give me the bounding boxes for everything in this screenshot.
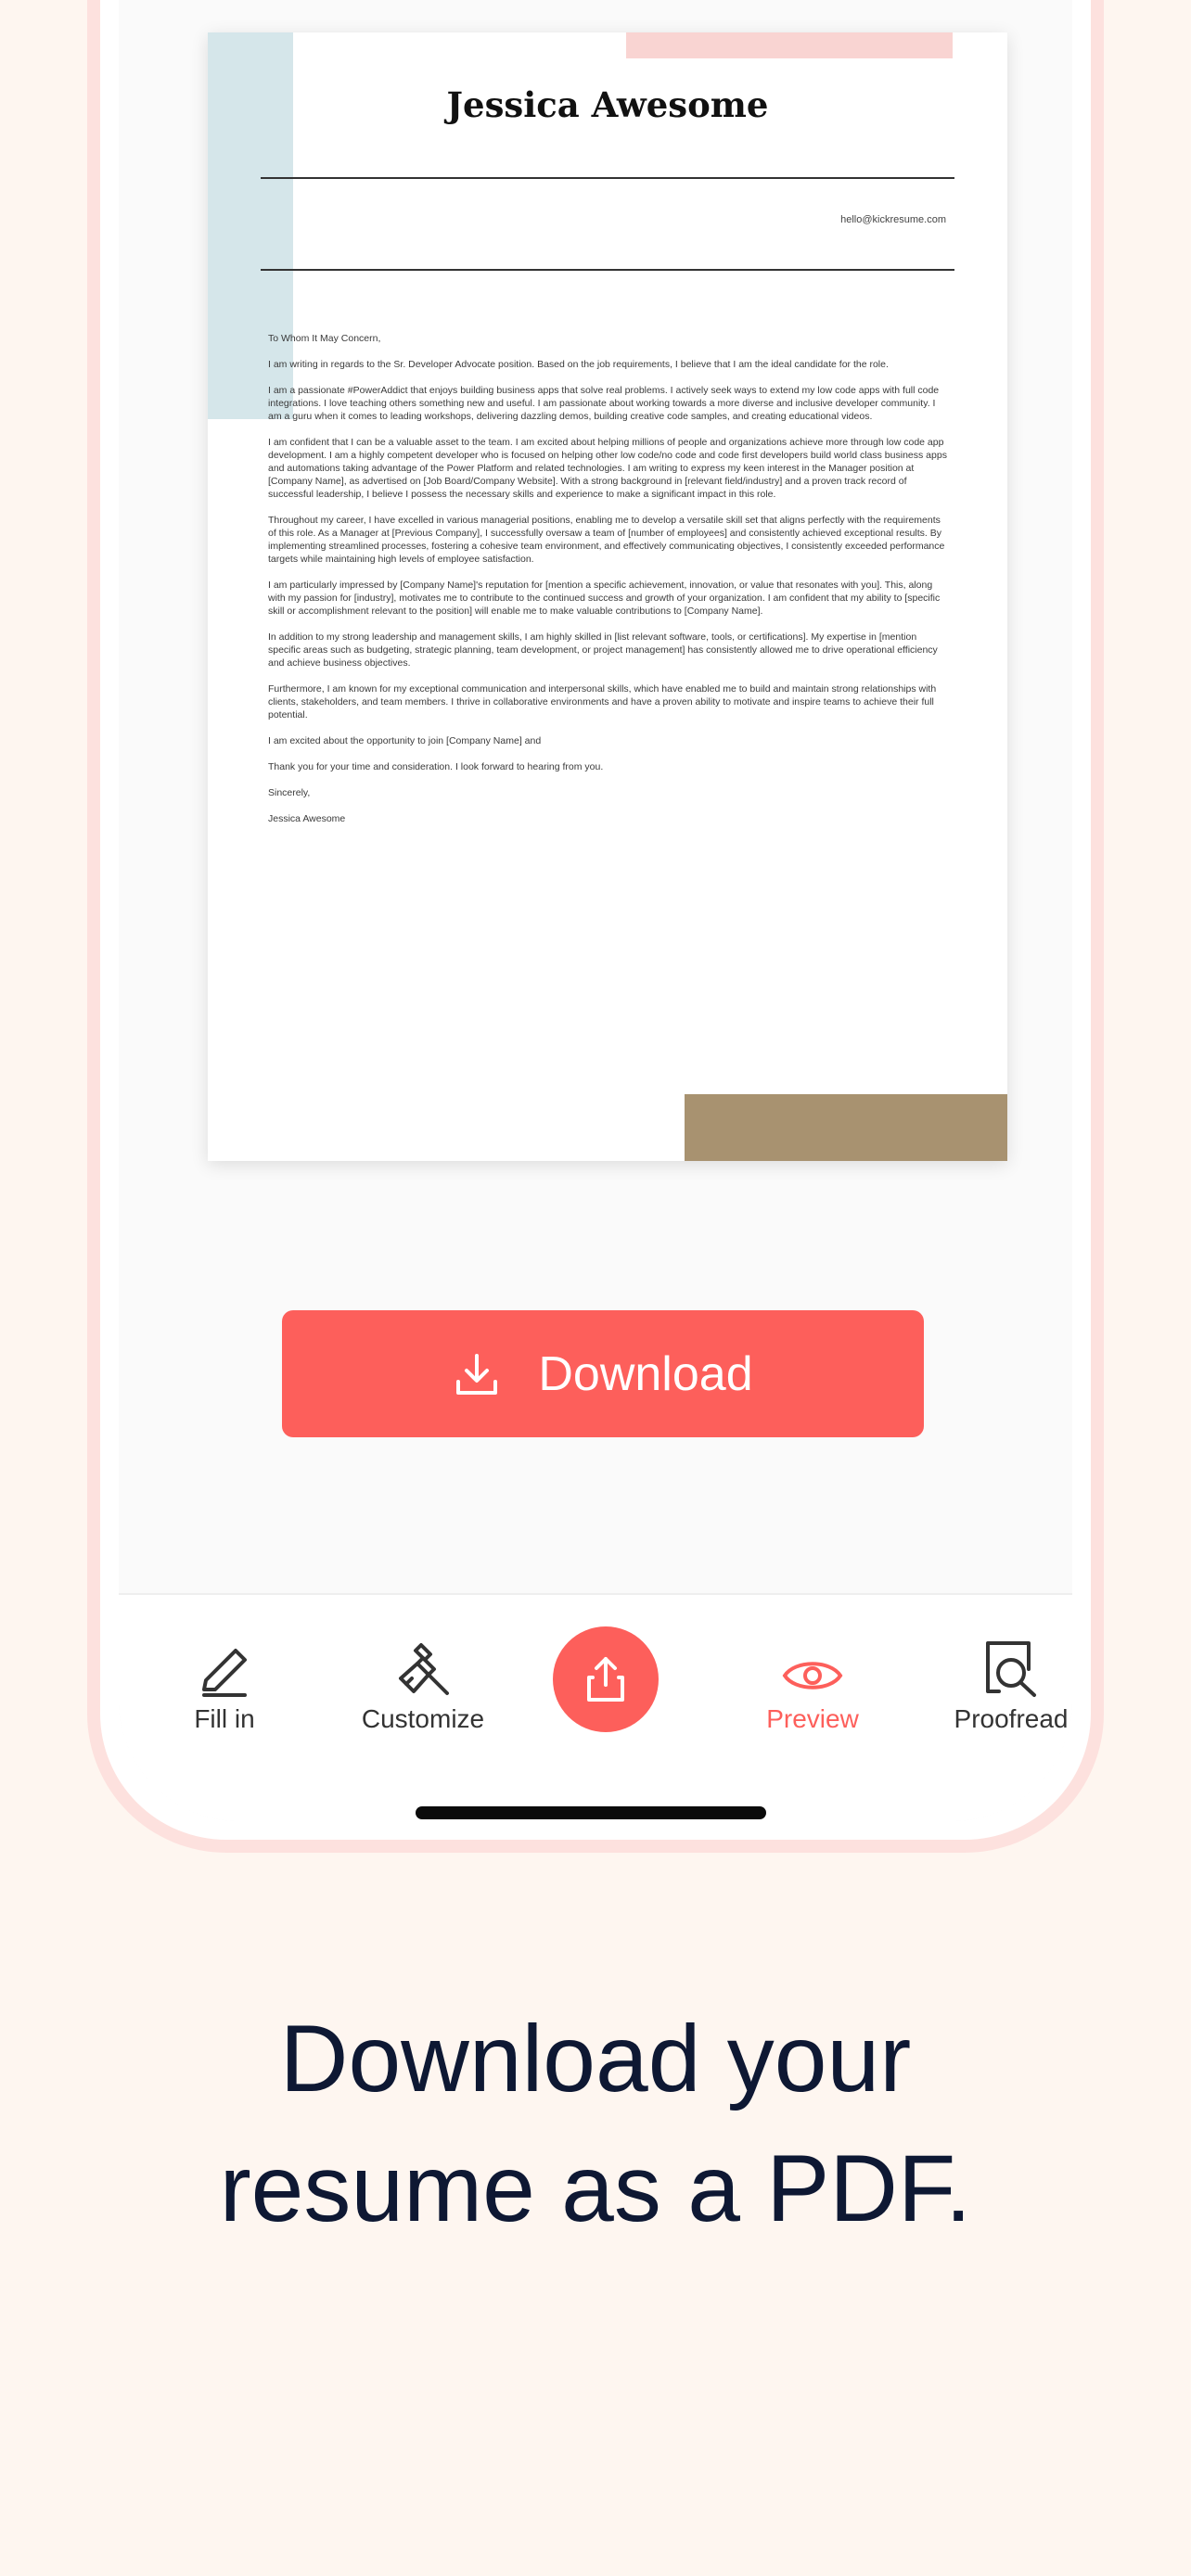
- paragraph: I am a passionate #PowerAddict that enjo…: [268, 385, 940, 422]
- eye-icon: [782, 1662, 843, 1690]
- download-label: Download: [538, 1346, 753, 1401]
- paragraph: Furthermore, I am known for my exception…: [268, 683, 937, 721]
- paragraph: I am excited about the opportunity to jo…: [268, 735, 542, 746]
- document-body: To Whom It May Concern, I am writing in …: [268, 332, 951, 838]
- tab-label: Fill in: [194, 1704, 255, 1733]
- phone-frame: Jessica Awesome hello@kickresume.com To …: [87, 0, 1104, 1853]
- paragraph: To Whom It May Concern,: [268, 333, 381, 344]
- bottom-tab-bar: Fill in Customize Preview Proofread: [119, 1593, 1072, 1821]
- headline-line-1: Download your: [279, 2006, 912, 2111]
- divider-top: [261, 177, 954, 179]
- paragraph: Jessica Awesome: [268, 813, 346, 824]
- app-screen: Jessica Awesome hello@kickresume.com To …: [119, 0, 1072, 1821]
- tab-customize[interactable]: Customize: [330, 1636, 516, 1734]
- share-upload-icon: [587, 1657, 624, 1702]
- decor-pink-block: [626, 32, 953, 58]
- paragraph: I am particularly impressed by [Company …: [268, 580, 941, 617]
- tab-label: Preview: [766, 1704, 859, 1733]
- cover-letter-preview[interactable]: Jessica Awesome hello@kickresume.com To …: [208, 32, 1007, 1161]
- paint-brush-icon: [399, 1643, 449, 1695]
- paragraph: I am confident that I can be a valuable …: [268, 437, 947, 500]
- paragraph: Thank you for your time and consideratio…: [268, 761, 604, 772]
- document-name: Jessica Awesome: [446, 84, 769, 125]
- paragraph: Sincerely,: [268, 787, 311, 798]
- tab-label: Customize: [361, 1704, 485, 1733]
- tab-fill-in[interactable]: Fill in: [132, 1636, 317, 1734]
- paragraph: In addition to my strong leadership and …: [268, 631, 938, 669]
- headline-line-2: resume as a PDF.: [219, 2136, 972, 2241]
- decor-gold-block: [685, 1094, 1007, 1161]
- promo-headline: Download your resume as a PDF.: [0, 1994, 1191, 2253]
- share-button[interactable]: [553, 1626, 659, 1732]
- tab-label: Proofread: [954, 1704, 1069, 1733]
- download-icon: [456, 1353, 498, 1395]
- download-button[interactable]: Download: [282, 1310, 924, 1437]
- document-email: hello@kickresume.com: [840, 214, 946, 225]
- tab-proofread[interactable]: Proofread: [918, 1636, 1072, 1734]
- paragraph: Throughout my career, I have excelled in…: [268, 515, 945, 565]
- divider-bottom: [261, 269, 954, 271]
- tab-preview[interactable]: Preview: [720, 1636, 905, 1734]
- paragraph: I am writing in regards to the Sr. Devel…: [268, 359, 889, 370]
- pencil-icon: [202, 1649, 247, 1697]
- magnifier-document-icon: [986, 1641, 1036, 1697]
- home-indicator: [416, 1806, 766, 1819]
